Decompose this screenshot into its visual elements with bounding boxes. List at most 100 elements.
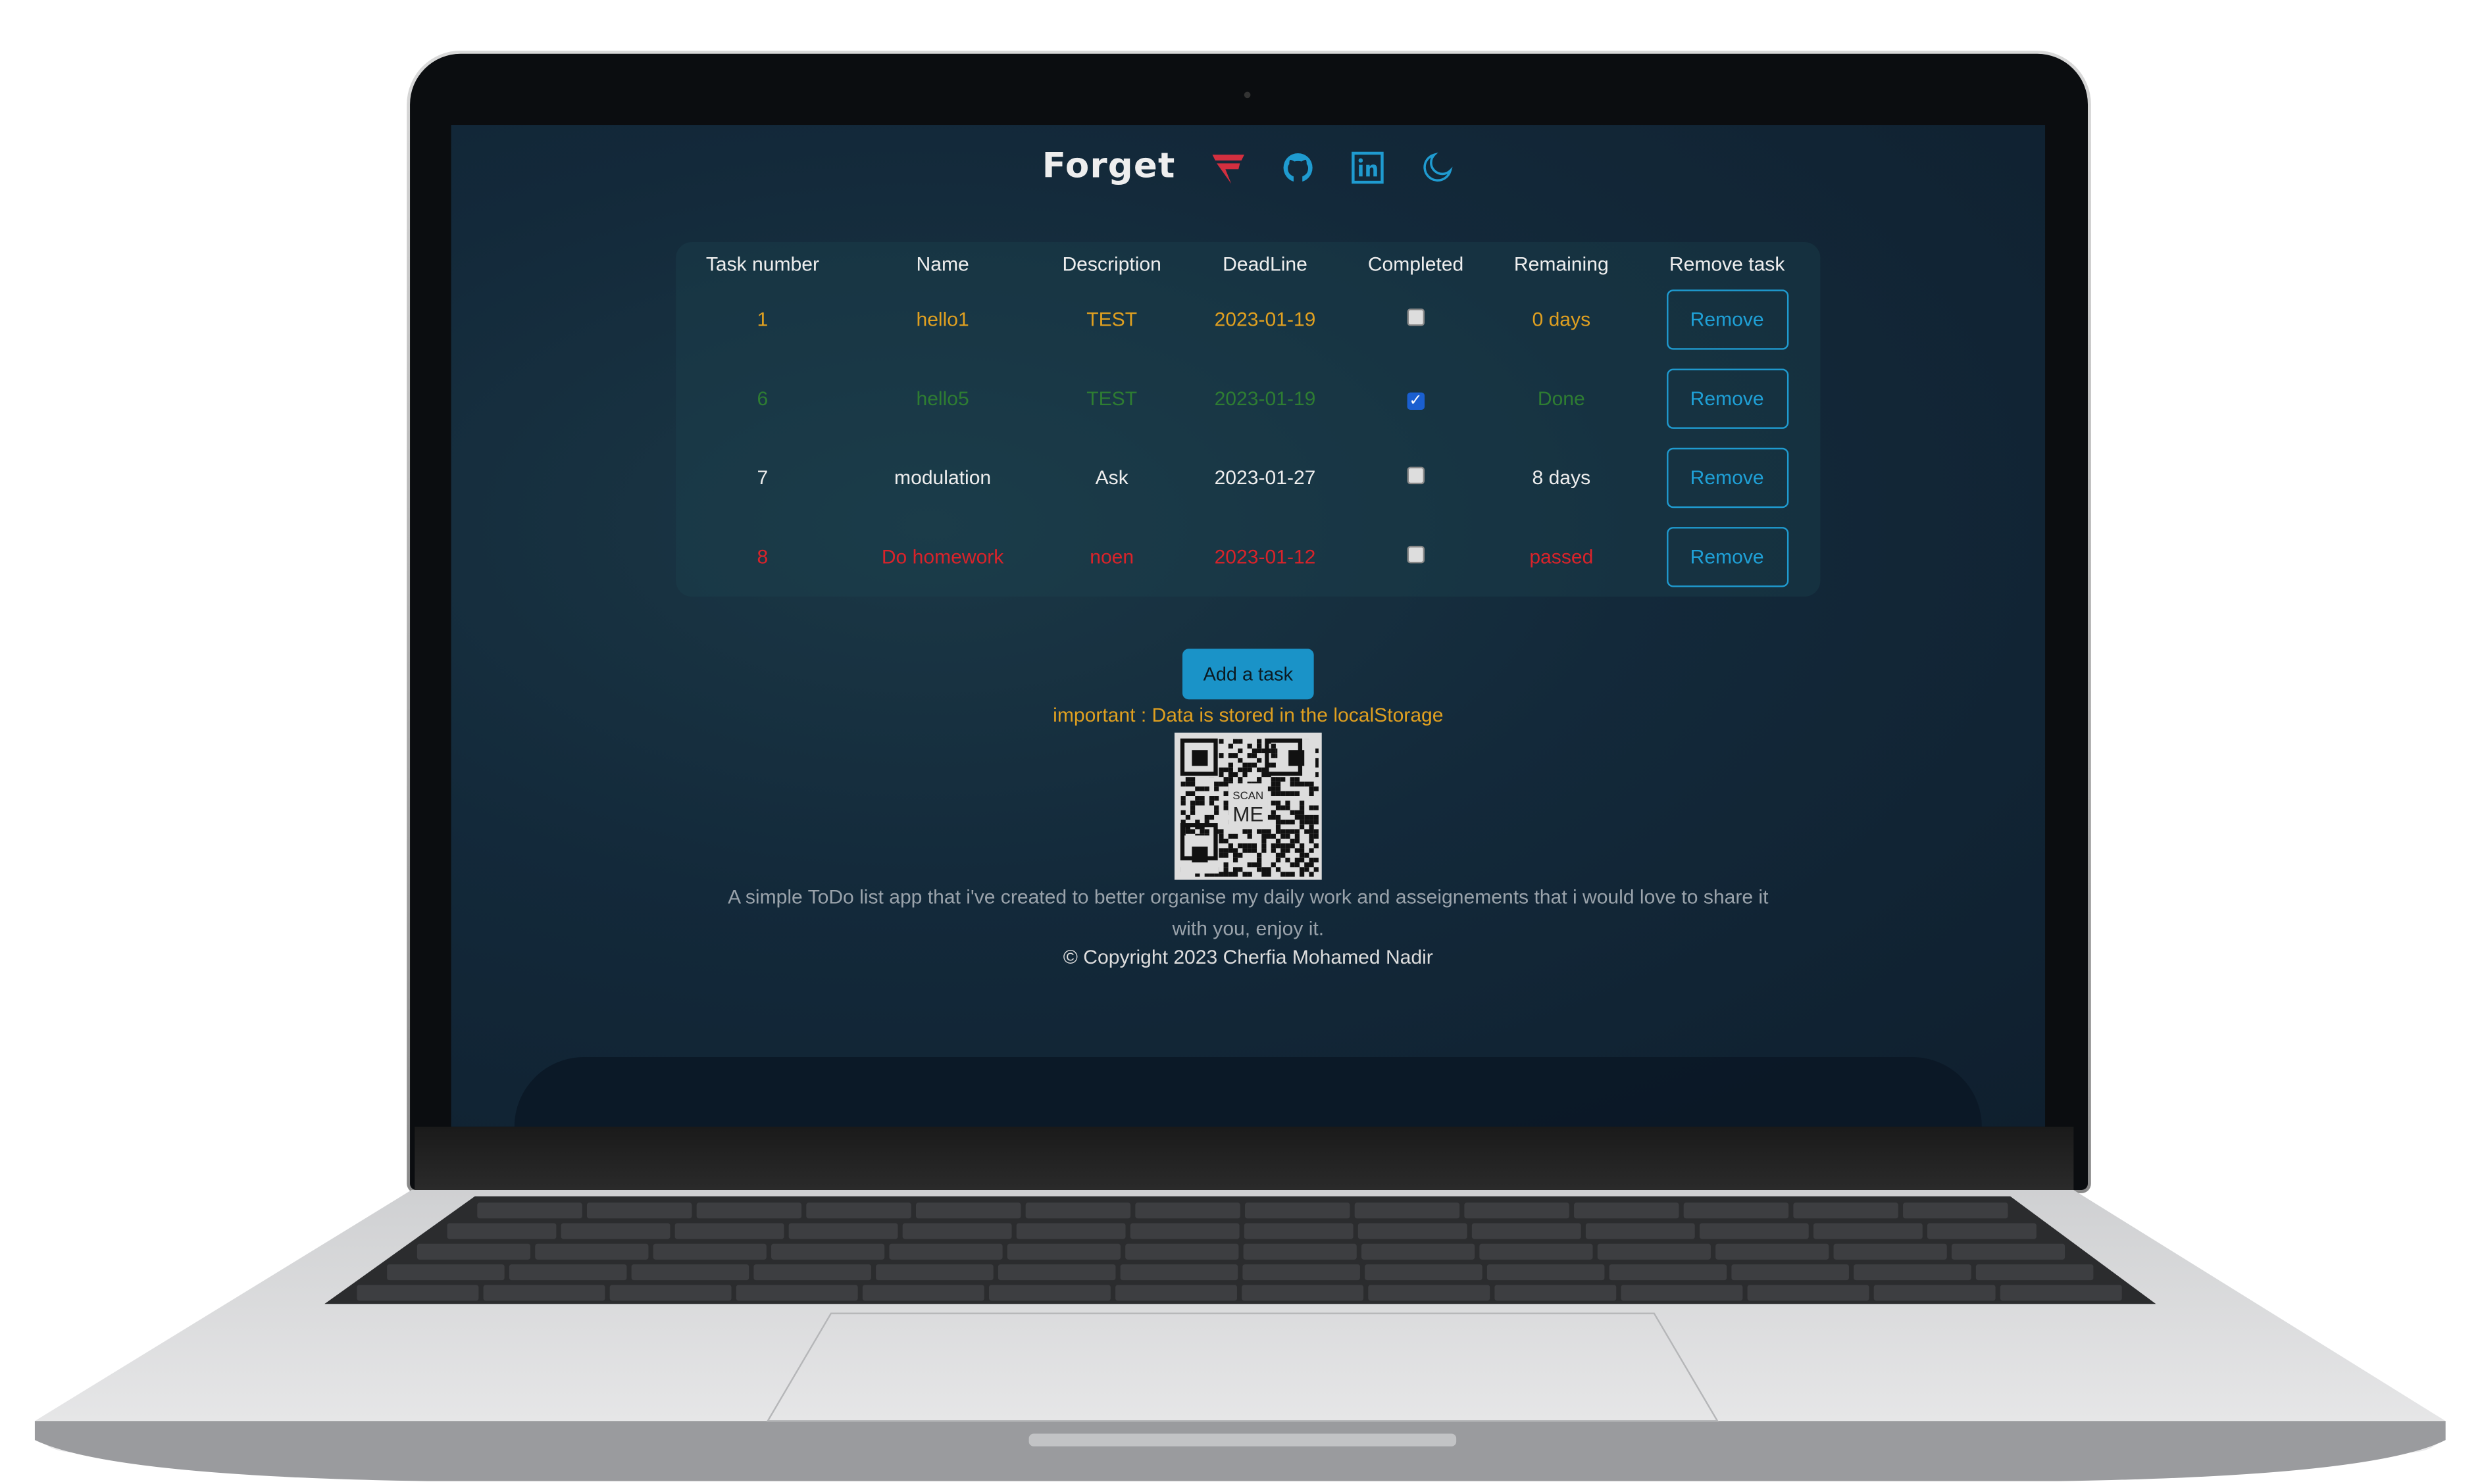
- completed-checkbox[interactable]: ✓: [1407, 392, 1425, 410]
- completed-checkbox[interactable]: [1407, 309, 1425, 326]
- keyboard-key: [631, 1264, 749, 1281]
- keyboard-key: [1130, 1223, 1240, 1239]
- keyboard-key: [1873, 1285, 1996, 1301]
- task-completed: [1342, 280, 1489, 359]
- task-deadline: 2023-01-19: [1214, 309, 1316, 331]
- keyboard-key: [447, 1223, 557, 1239]
- task-deadline: 2023-01-19: [1214, 387, 1316, 410]
- remove-task-button[interactable]: Remove: [1666, 447, 1788, 508]
- table-row: 6 hello5 TEST 2023-01-19 ✓ Done Remove: [676, 359, 1820, 438]
- keyboard-key: [1115, 1285, 1237, 1301]
- keyboard-key: [1903, 1202, 2008, 1219]
- forget-logo-icon: [1211, 153, 1244, 184]
- keyboard-key: [1793, 1202, 1898, 1219]
- keyboard-key: [417, 1243, 531, 1260]
- keyboard-key: [1242, 1285, 1364, 1301]
- laptop-mockup: Forget Task number Name Description DeadLin…: [0, 0, 2482, 1484]
- qr-label-me: ME: [1232, 803, 1263, 826]
- table-row: 8 Do homework noen 2023-01-12 passed Remove: [676, 518, 1820, 597]
- task-deadline: 2023-01-27: [1214, 466, 1316, 489]
- keyboard-key: [477, 1202, 582, 1219]
- column-header: Task number: [705, 253, 819, 276]
- keyboard-key: [561, 1223, 671, 1239]
- column-header: Description: [1062, 253, 1161, 276]
- completed-checkbox[interactable]: [1407, 545, 1425, 564]
- column-header: Remove task: [1669, 253, 1785, 276]
- keyboard-key: [1007, 1243, 1121, 1260]
- task-deadline: 2023-01-12: [1214, 545, 1316, 568]
- keyboard-key: [609, 1285, 732, 1301]
- task-remaining: passed: [1529, 545, 1594, 568]
- task-remaining: 0 days: [1532, 309, 1591, 331]
- add-task-button[interactable]: Add a task: [1182, 649, 1314, 700]
- task-number: 1: [757, 309, 769, 331]
- table-header-row: Task number Name Description DeadLine Comple…: [676, 242, 1820, 280]
- app-screen: Forget Task number Name Description DeadLin…: [451, 125, 2046, 1127]
- qr-code: SCAN ME: [1174, 732, 1322, 880]
- keyboard-key: [1354, 1202, 1460, 1219]
- keyboard-key: [771, 1243, 885, 1260]
- app-header: Forget: [451, 147, 2045, 187]
- keyboard-key: [1361, 1243, 1475, 1260]
- linkedin-icon[interactable]: [1350, 149, 1384, 184]
- webcam: [1244, 91, 1251, 99]
- tasks-table: Task number Name Description DeadLine Comple…: [676, 242, 1821, 597]
- keyboard-key: [1365, 1264, 1482, 1281]
- task-description: TEST: [1086, 387, 1138, 410]
- column-header: Completed: [1367, 253, 1464, 276]
- remove-task-button[interactable]: Remove: [1666, 289, 1788, 350]
- completed-checkbox[interactable]: [1407, 466, 1425, 485]
- keyboard-key: [1621, 1285, 1743, 1301]
- task-completed: [1342, 518, 1489, 597]
- keyboard-key: [806, 1202, 911, 1219]
- table-row: 1 hello1 TEST 2023-01-19 0 days Remove: [676, 280, 1820, 359]
- keyboard-key: [915, 1202, 1021, 1219]
- keyboard-key: [1927, 1223, 2037, 1239]
- keyboard-key: [509, 1264, 627, 1281]
- keyboard-key: [653, 1243, 767, 1260]
- keyboard-key: [483, 1285, 605, 1301]
- keyboard-key: [1975, 1264, 2094, 1281]
- keyboard-key: [1245, 1202, 1350, 1219]
- keyboard-key: [1135, 1202, 1240, 1219]
- keyboard-key: [696, 1202, 802, 1219]
- keyboard-key: [1683, 1202, 1789, 1219]
- keyboard-key: [1242, 1264, 1360, 1281]
- keyboard-key: [1479, 1243, 1593, 1260]
- keyboard-key: [1699, 1223, 1809, 1239]
- keyboard-key: [1609, 1264, 1727, 1281]
- keyboard-key: [736, 1285, 858, 1301]
- keyboard-key: [1486, 1264, 1605, 1281]
- keyboard-key: [535, 1243, 649, 1260]
- github-icon[interactable]: [1280, 149, 1315, 184]
- moon-icon[interactable]: [1419, 149, 1454, 184]
- column-header: Remaining: [1513, 253, 1609, 276]
- task-completed: [1342, 438, 1489, 517]
- keyboard-key: [1747, 1285, 1869, 1301]
- keyboard-key: [1357, 1223, 1467, 1239]
- app-description: A simple ToDo list app that i've created…: [728, 886, 1769, 940]
- task-remaining: 8 days: [1532, 466, 1591, 489]
- keyboard-key: [889, 1243, 1003, 1260]
- qr-label-scan: SCAN: [1232, 789, 1263, 802]
- column-header: Name: [916, 253, 969, 276]
- keyboard-key: [586, 1202, 692, 1219]
- keyboard-key: [1597, 1243, 1711, 1260]
- task-description: Ask: [1095, 466, 1128, 489]
- task-name: Do homework: [881, 545, 1004, 568]
- keyboard-key: [674, 1223, 784, 1239]
- keyboard-key: [862, 1285, 984, 1301]
- keyboard-key: [1585, 1223, 1695, 1239]
- keyboard-key: [1120, 1264, 1238, 1281]
- task-number: 6: [757, 387, 769, 410]
- task-name: hello1: [916, 309, 969, 331]
- task-name: modulation: [894, 466, 992, 489]
- keyboard-key: [2000, 1285, 2122, 1301]
- table-row: 7 modulation Ask 2023-01-27 8 days Remove: [676, 438, 1820, 517]
- keyboard-key: [788, 1223, 898, 1239]
- remove-task-button[interactable]: Remove: [1666, 527, 1788, 587]
- remove-task-button[interactable]: Remove: [1666, 368, 1788, 429]
- copyright: © Copyright 2023 Cherfia Mohamed Nadir: [1063, 946, 1433, 969]
- keyboard-key: [1813, 1223, 1923, 1239]
- keyboard-key: [1715, 1243, 1829, 1260]
